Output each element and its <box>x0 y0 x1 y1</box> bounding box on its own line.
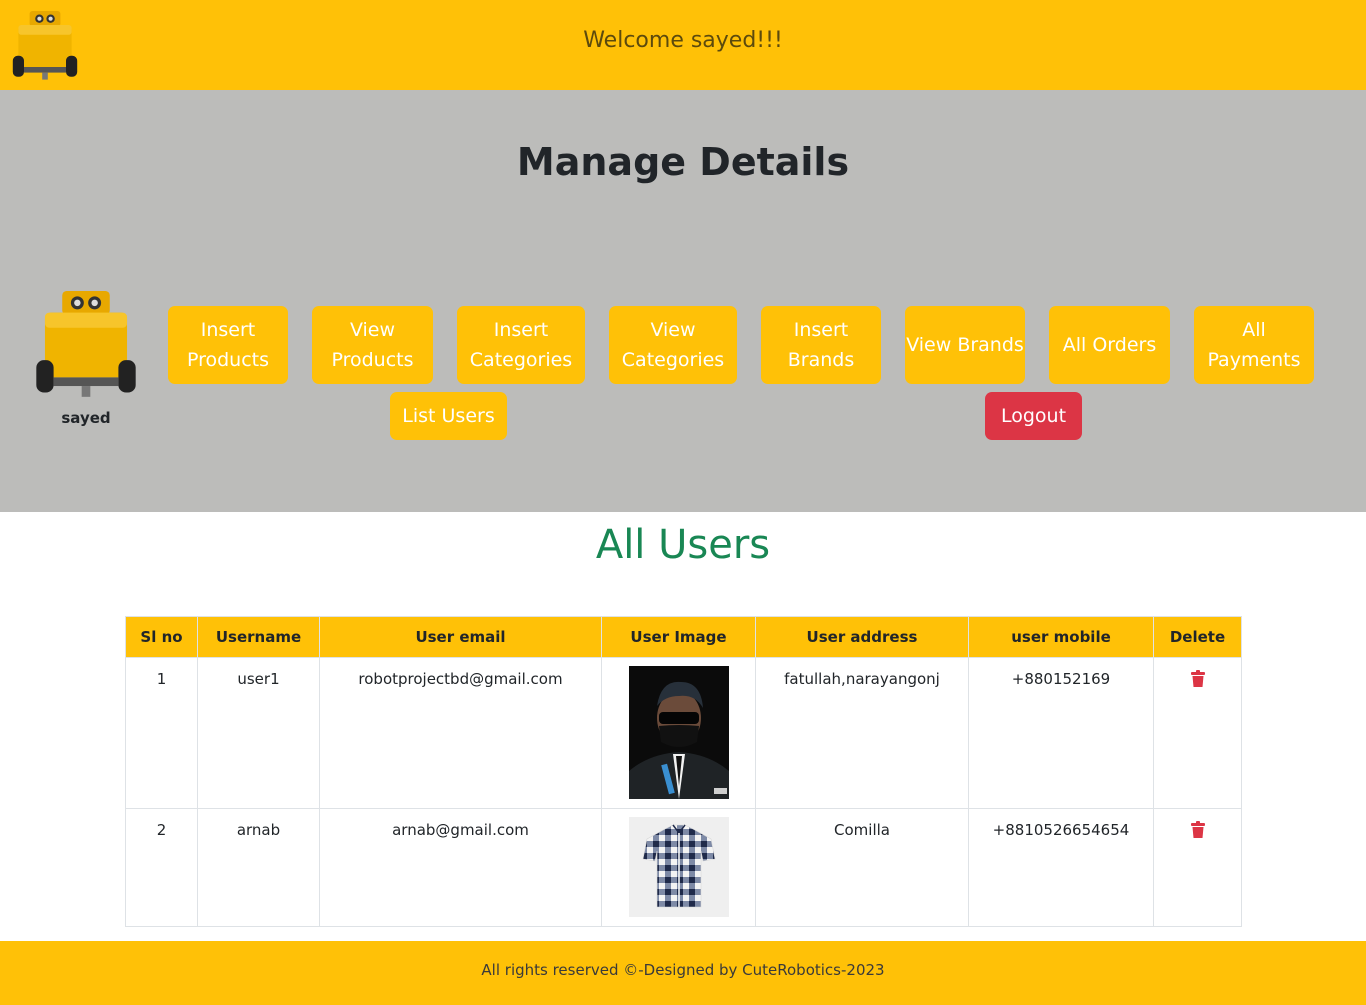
mobile-cell: +880152169 <box>968 657 1154 809</box>
image-cell <box>601 808 756 927</box>
insert-products-button[interactable]: Insert Products <box>168 306 288 384</box>
column-header: User address <box>755 616 969 658</box>
insert-categories-button[interactable]: Insert Categories <box>457 306 585 384</box>
view-categories-button[interactable]: View Categories <box>609 306 737 384</box>
footer: All rights reserved ©-Designed by CuteRo… <box>0 941 1366 1005</box>
address-cell: fatullah,narayangonj <box>755 657 969 809</box>
username-cell: user1 <box>197 657 320 809</box>
page-title: Manage Details <box>516 140 850 184</box>
table-row: 2 arnab arnab@gmail.com Comilla +8810526… <box>125 808 1242 927</box>
serial-cell: 2 <box>125 808 198 927</box>
delete-cell <box>1153 657 1242 809</box>
all-orders-button[interactable]: All Orders <box>1049 306 1170 384</box>
footer-text: All rights reserved ©-Designed by CuteRo… <box>481 961 885 979</box>
table-header-row: Sl no Username User email User Image Use… <box>125 616 1242 658</box>
column-header: User email <box>319 616 602 658</box>
manage-panel: Manage Details sayed Insert Products Vie… <box>0 90 1366 512</box>
delete-cell <box>1153 808 1242 927</box>
admin-username: sayed <box>61 409 111 427</box>
email-cell: arnab@gmail.com <box>319 808 602 927</box>
serial-cell: 1 <box>125 657 198 809</box>
mobile-cell: +8810526654654 <box>968 808 1154 927</box>
insert-brands-button[interactable]: Insert Brands <box>761 306 881 384</box>
address-cell: Comilla <box>755 808 969 927</box>
view-brands-button[interactable]: View Brands <box>905 306 1025 384</box>
logout-button[interactable]: Logout <box>985 392 1082 440</box>
image-cell <box>601 657 756 809</box>
robot-avatar-icon <box>32 290 140 400</box>
user-photo-image <box>628 666 729 799</box>
welcome-message: Welcome sayed!!! <box>583 28 783 53</box>
column-header: Delete <box>1153 616 1242 658</box>
trash-icon[interactable] <box>1191 821 1205 838</box>
list-users-button[interactable]: List Users <box>390 392 507 440</box>
all-payments-button[interactable]: All Payments <box>1194 306 1314 384</box>
user-photo-image <box>628 817 729 917</box>
column-header: user mobile <box>968 616 1154 658</box>
column-header: Username <box>197 616 320 658</box>
username-cell: arnab <box>197 808 320 927</box>
users-table: Sl no Username User email User Image Use… <box>125 616 1242 927</box>
section-title: All Users <box>595 522 771 568</box>
top-navbar: Welcome sayed!!! <box>0 0 1366 90</box>
column-header: Sl no <box>125 616 198 658</box>
admin-profile: sayed <box>32 290 140 427</box>
email-cell: robotprojectbd@gmail.com <box>319 657 602 809</box>
trash-icon[interactable] <box>1191 670 1205 687</box>
view-products-button[interactable]: View Products <box>312 306 433 384</box>
column-header: User Image <box>601 616 756 658</box>
table-row: 1 user1 robotprojectbd@gmail.com fatulla <box>125 657 1242 809</box>
